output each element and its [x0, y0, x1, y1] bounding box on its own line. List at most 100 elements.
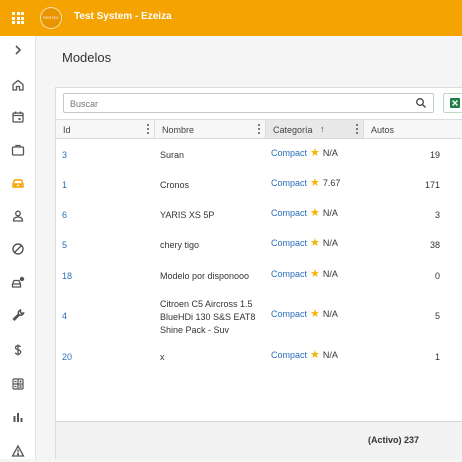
table-row[interactable]: 5 chery tigo Compact ★ N/A 38 — [56, 229, 462, 260]
row-id-link[interactable]: 4 — [62, 310, 67, 323]
brand-logo: RENTEX — [40, 7, 62, 29]
search-box — [63, 93, 434, 113]
rating-value: N/A — [322, 309, 338, 319]
table-row[interactable]: 4 Citroen C5 Aircross 1.5 BlueHDi 130 S&… — [56, 291, 462, 343]
column-header-nombre[interactable]: Nombre — [155, 120, 266, 138]
star-icon: ★ — [310, 237, 320, 249]
category-link[interactable]: Compact — [271, 208, 307, 218]
apps-grid-icon — [12, 12, 24, 24]
column-header-autos[interactable]: Autos — [364, 120, 462, 138]
car-icon — [12, 179, 24, 188]
briefcase-icon — [11, 144, 25, 156]
row-autos: 3 — [434, 210, 440, 220]
sidebar-item-blocked[interactable] — [0, 238, 36, 260]
star-icon: ★ — [310, 177, 320, 189]
rating-value: N/A — [322, 148, 338, 158]
row-nombre: Cronos — [160, 180, 190, 190]
row-autos: 5 — [434, 311, 440, 321]
sidebar-item-briefcase[interactable] — [0, 139, 36, 161]
table-row[interactable]: 3 Suran Compact ★ N/A 19 — [56, 139, 462, 169]
category-link[interactable]: Compact — [271, 178, 307, 188]
category-link[interactable]: Compact — [271, 238, 307, 248]
category-link[interactable]: Compact — [271, 350, 307, 360]
sidebar — [0, 36, 36, 459]
sidebar-item-home[interactable] — [0, 74, 36, 96]
sidebar-item-models[interactable] — [0, 172, 36, 194]
page-title: Modelos — [62, 50, 112, 65]
row-autos: 1 — [434, 352, 440, 362]
row-autos: 38 — [429, 240, 440, 250]
sidebar-item-maintenance[interactable] — [0, 304, 36, 326]
table-row[interactable]: 20 x Compact ★ N/A 1 — [56, 343, 462, 373]
table-footer: (Activo) 237 — [56, 421, 462, 459]
category-link[interactable]: Compact — [271, 309, 307, 319]
category-link[interactable]: Compact — [271, 148, 307, 158]
sidebar-item-reports[interactable] — [0, 406, 36, 428]
row-nombre: Suran — [160, 150, 185, 160]
main-content: Modelos Id Nombre Categoría ↑ Aut — [36, 36, 462, 459]
export-excel-button[interactable] — [443, 93, 462, 113]
category-link[interactable]: Compact — [271, 269, 307, 279]
row-nombre: Citroen C5 Aircross 1.5 BlueHDi 130 S&S … — [160, 299, 256, 335]
bar-chart-icon — [13, 413, 23, 422]
row-autos: 19 — [429, 150, 440, 160]
row-id-link[interactable]: 20 — [62, 351, 72, 364]
row-id-link[interactable]: 1 — [62, 179, 67, 192]
row-id-link[interactable]: 18 — [62, 270, 72, 283]
row-nombre: chery tigo — [160, 240, 200, 250]
row-categoria: Compact ★ 7.67 — [271, 177, 340, 190]
search-input[interactable] — [70, 97, 410, 110]
rating-value: N/A — [322, 238, 338, 248]
column-header-id[interactable]: Id — [56, 120, 155, 138]
star-icon: ★ — [310, 268, 320, 280]
sort-ascending-icon: ↑ — [320, 124, 325, 134]
search-icon[interactable] — [415, 97, 427, 109]
row-autos: 171 — [424, 180, 440, 190]
sidebar-expand-button[interactable] — [0, 39, 36, 61]
row-nombre: YARIS XS 5P — [160, 210, 215, 220]
row-categoria: Compact ★ N/A — [271, 268, 338, 281]
row-categoria: Compact ★ N/A — [271, 147, 338, 160]
column-menu-icon[interactable] — [146, 124, 150, 134]
block-icon — [12, 243, 24, 255]
sidebar-item-calendar[interactable] — [0, 106, 36, 128]
row-categoria: Compact ★ N/A — [271, 207, 338, 220]
apps-menu-button[interactable] — [0, 0, 36, 36]
table-header: Id Nombre Categoría ↑ Autos — [56, 119, 462, 139]
row-id-link[interactable]: 3 — [62, 149, 67, 162]
top-bar: RENTEX Test System - Ezeiza — [0, 0, 462, 36]
star-icon: ★ — [310, 147, 320, 159]
sidebar-item-calculator[interactable] — [0, 373, 36, 395]
autos-total: (Activo) 237 — [368, 435, 420, 445]
column-menu-icon[interactable] — [257, 124, 261, 134]
row-categoria: Compact ★ N/A — [271, 349, 338, 362]
table-row[interactable]: 6 YARIS XS 5P Compact ★ N/A 3 — [56, 199, 462, 229]
row-categoria: Compact ★ N/A — [271, 308, 338, 321]
sidebar-item-billing[interactable] — [0, 339, 36, 361]
row-id-link[interactable]: 6 — [62, 209, 67, 222]
chevron-right-icon — [15, 45, 22, 55]
car-alert-icon — [11, 276, 25, 288]
table-row[interactable]: 1 Cronos Compact ★ 7.67 171 — [56, 169, 462, 199]
rating-value: N/A — [322, 269, 338, 279]
rating-value: N/A — [322, 350, 338, 360]
star-icon: ★ — [310, 207, 320, 219]
rating-value: 7.67 — [322, 178, 341, 188]
column-header-categoria[interactable]: Categoría ↑ — [266, 120, 364, 138]
calculator-icon — [12, 378, 24, 390]
row-categoria: Compact ★ N/A — [271, 237, 338, 250]
sidebar-item-users[interactable] — [0, 205, 36, 227]
home-icon — [12, 79, 24, 91]
table-row[interactable]: 18 Modelo por disponooo Compact ★ N/A 0 — [56, 260, 462, 291]
star-icon: ★ — [310, 349, 320, 361]
app-title: Test System - Ezeiza — [74, 11, 172, 22]
warning-icon — [11, 444, 25, 457]
star-icon: ★ — [310, 308, 320, 320]
wrench-icon — [12, 309, 25, 322]
sidebar-item-car-alert[interactable] — [0, 271, 36, 293]
excel-icon — [450, 98, 460, 108]
models-grid-card: Id Nombre Categoría ↑ Autos 3 Suran Comp… — [55, 87, 462, 459]
calendar-icon — [12, 111, 24, 123]
column-menu-icon[interactable] — [355, 124, 359, 134]
row-id-link[interactable]: 5 — [62, 239, 67, 252]
